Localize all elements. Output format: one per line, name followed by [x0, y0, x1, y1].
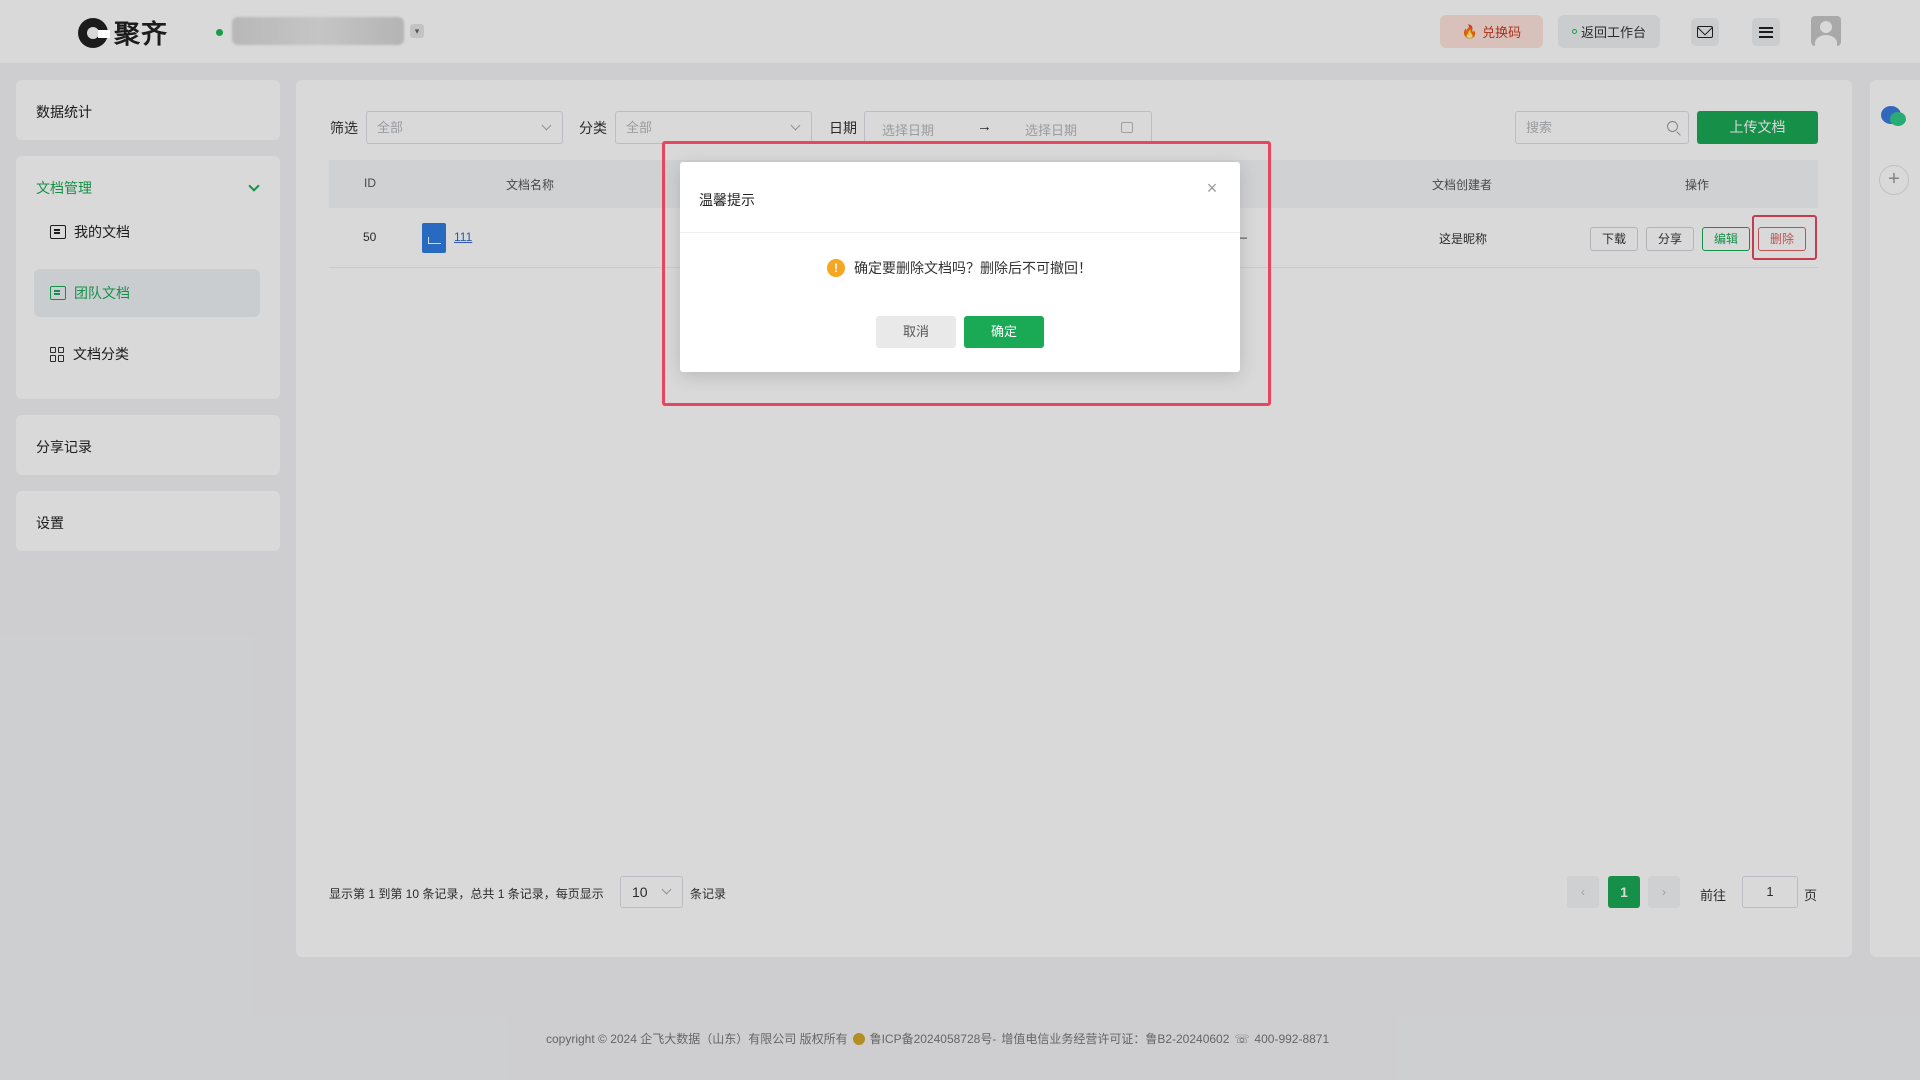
dialog-title: 温馨提示 [699, 192, 755, 208]
confirm-button[interactable]: 确定 [964, 316, 1044, 348]
dialog-divider [680, 232, 1240, 233]
cancel-button[interactable]: 取消 [876, 316, 956, 348]
dialog-message: 确定要删除文档吗？删除后不可撤回！ [854, 260, 1092, 276]
confirm-delete-dialog: 温馨提示 × ! 确定要删除文档吗？删除后不可撤回！ 取消 确定 [680, 162, 1240, 372]
dialog-message-row: ! 确定要删除文档吗？删除后不可撤回！ [827, 258, 1092, 278]
warning-icon: ! [827, 259, 845, 277]
close-icon[interactable]: × [1202, 178, 1222, 198]
